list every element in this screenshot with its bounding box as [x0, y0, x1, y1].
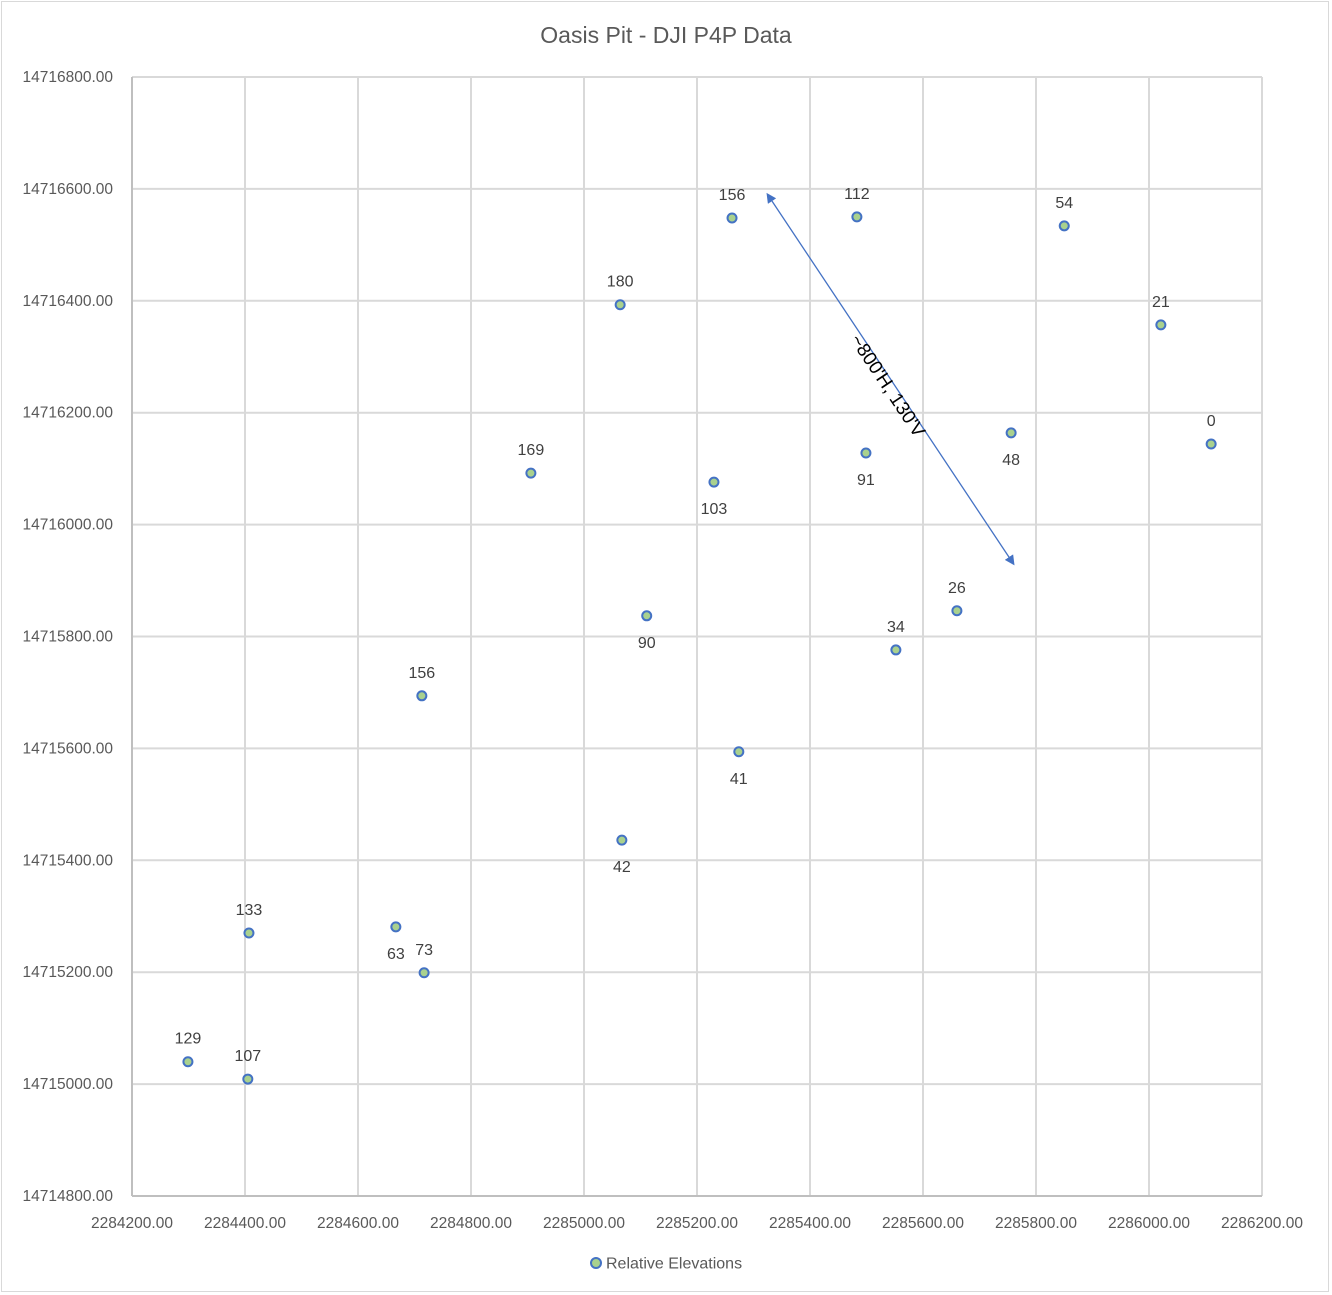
data-points [182, 211, 1217, 1085]
data-point [525, 467, 537, 479]
data-label: 0 [1207, 413, 1216, 430]
x-axis-ticks: 2284200.00 2284400.00 2284600.00 2284800.00… [91, 1215, 1303, 1232]
chart-title: Oasis Pit - DJI P4P Data [540, 22, 792, 48]
x-tick-label: 2284200.00 [91, 1215, 173, 1232]
x-tick-label: 2286200.00 [1221, 1215, 1303, 1232]
data-label: 107 [234, 1048, 261, 1065]
y-tick-label: 14715600.00 [22, 740, 113, 757]
data-label: 103 [701, 501, 728, 518]
y-tick-label: 14716200.00 [22, 405, 113, 422]
data-label: 73 [415, 942, 433, 959]
scatter-chart: Oasis Pit - DJI P4P Data 14714800.001471… [22, 22, 1303, 1273]
data-point [1005, 427, 1017, 439]
data-point [614, 299, 626, 311]
data-point [860, 447, 872, 459]
data-label: 41 [730, 771, 748, 788]
data-point [616, 834, 628, 846]
data-label: 156 [719, 187, 746, 204]
data-label: 91 [857, 472, 875, 489]
data-point [416, 690, 428, 702]
data-point [851, 211, 863, 223]
y-tick-label: 14716400.00 [22, 293, 113, 310]
data-label: 63 [387, 946, 405, 963]
y-axis-ticks: 14714800.00 14715000.00 14715200.00 1471540… [22, 69, 113, 1205]
x-tick-label: 2284600.00 [317, 1215, 399, 1232]
y-tick-label: 14714800.00 [22, 1188, 113, 1205]
data-point [1058, 220, 1070, 232]
data-point [1205, 438, 1217, 450]
data-label: 34 [887, 619, 905, 636]
x-tick-label: 2285800.00 [995, 1215, 1077, 1232]
y-tick-label: 14715200.00 [22, 964, 113, 981]
data-point [726, 212, 738, 224]
data-point [182, 1056, 194, 1068]
data-point [733, 746, 745, 758]
x-tick-label: 2285200.00 [656, 1215, 738, 1232]
x-tick-label: 2284400.00 [204, 1215, 286, 1232]
data-label: 42 [613, 859, 631, 876]
data-label: 54 [1055, 195, 1073, 212]
data-point [1155, 319, 1167, 331]
y-tick-label: 14715800.00 [22, 629, 113, 646]
data-label: 26 [948, 580, 966, 597]
data-point [390, 921, 402, 933]
data-point [890, 644, 902, 656]
data-point [641, 610, 653, 622]
y-tick-label: 14715400.00 [22, 852, 113, 869]
data-point [708, 476, 720, 488]
data-point [951, 605, 963, 617]
x-tick-label: 2285000.00 [543, 1215, 625, 1232]
x-tick-label: 2286000.00 [1108, 1215, 1190, 1232]
data-label: 156 [408, 665, 435, 682]
legend-marker-icon [590, 1257, 602, 1269]
data-label: 48 [1002, 452, 1020, 469]
data-label: 112 [844, 186, 870, 203]
annotation: ~800'H, 130'V [766, 192, 1015, 566]
gridlines [131, 76, 1263, 1197]
y-tick-label: 14716000.00 [22, 517, 113, 534]
legend: Relative Elevations [590, 1256, 742, 1273]
y-tick-label: 14715000.00 [22, 1076, 113, 1093]
x-tick-label: 2285600.00 [882, 1215, 964, 1232]
data-point [418, 967, 430, 979]
data-label: 133 [236, 902, 263, 919]
data-label: 169 [518, 442, 545, 459]
annotation-text: ~800'H, 130'V [845, 331, 928, 442]
x-tick-label: 2284800.00 [430, 1215, 512, 1232]
data-label: 21 [1152, 294, 1170, 311]
x-tick-label: 2285400.00 [769, 1215, 851, 1232]
y-tick-label: 14716600.00 [22, 181, 113, 198]
data-labels: 156 112 54 180 21 0 48 91 169 103 26 90 34 156 41 42 133… [175, 186, 1216, 1065]
legend-label: Relative Elevations [606, 1256, 742, 1273]
y-tick-label: 14716800.00 [22, 69, 113, 86]
data-point [243, 927, 255, 939]
data-label: 90 [638, 635, 656, 652]
data-label: 129 [175, 1031, 202, 1048]
data-label: 180 [607, 274, 634, 291]
data-point [242, 1073, 254, 1085]
